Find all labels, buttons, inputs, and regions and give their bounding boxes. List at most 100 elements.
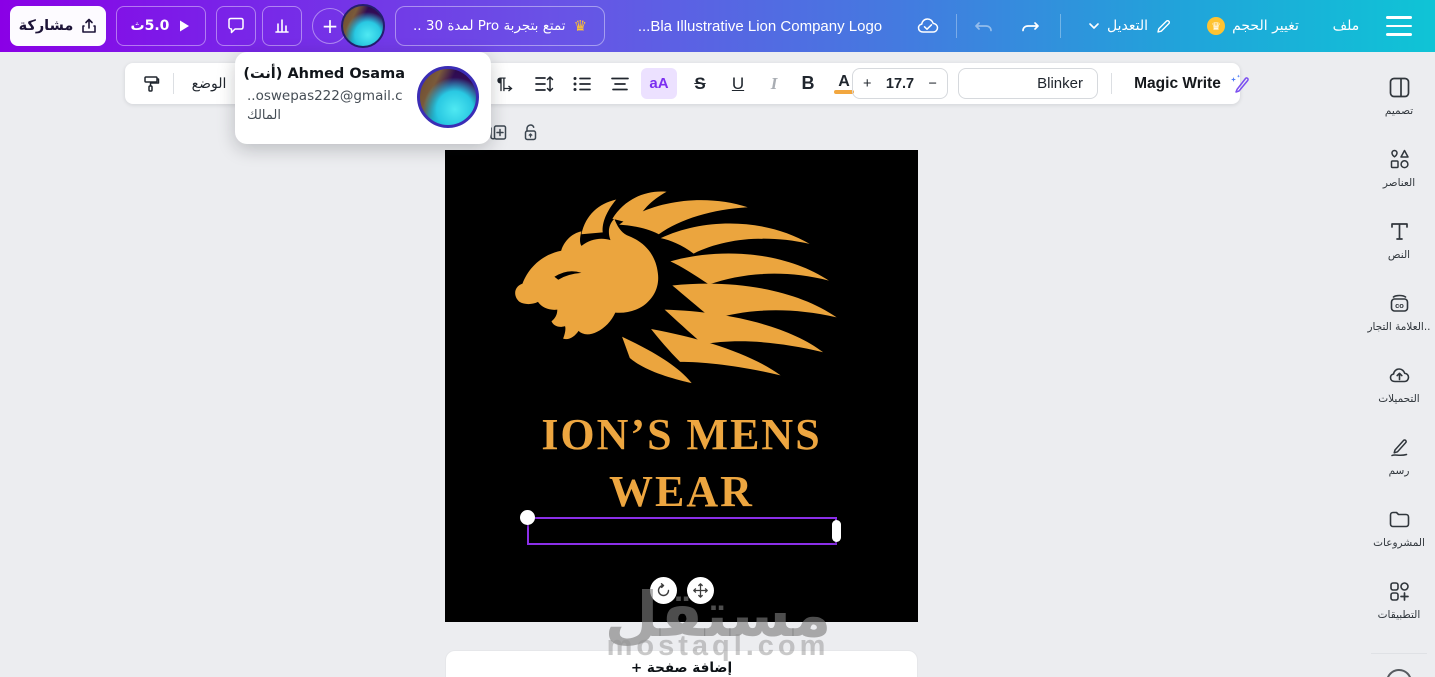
cloud-check-icon: [917, 18, 939, 33]
sidebar-item-apps[interactable]: التطبيقات: [1363, 579, 1435, 641]
redo-icon: [1022, 22, 1039, 32]
strikethrough-button[interactable]: S: [683, 68, 717, 99]
pro-trial-label: تمتع بتجربة Pro لمدة 30 ..: [413, 18, 566, 34]
sidebar-divider: [1371, 653, 1427, 654]
pencil-icon: [1157, 19, 1171, 33]
sidebar-label-elements: العناصر: [1382, 177, 1416, 189]
play-icon: [180, 20, 190, 32]
text-case-label: aA: [649, 75, 669, 92]
design-page[interactable]: ION’S MENS WEAR: [445, 150, 918, 622]
text-direction-button[interactable]: ¶: [488, 68, 522, 99]
crown-icon: ♛: [573, 17, 588, 35]
logo-line-2: WEAR: [609, 467, 754, 516]
edit-mode-label: التعديل: [1107, 18, 1148, 34]
redo-button[interactable]: [1012, 6, 1048, 46]
share-button[interactable]: مشاركة: [10, 6, 106, 46]
bar-chart-icon: [275, 19, 289, 33]
undo-button[interactable]: [966, 6, 1002, 46]
sidebar-label-design: تصميم: [1384, 105, 1414, 117]
text-icon: [1390, 223, 1408, 240]
sidebar-item-projects[interactable]: المشروعات: [1363, 507, 1435, 569]
resize-side-handle[interactable]: [832, 520, 841, 542]
more-apps-icon[interactable]: [1386, 669, 1412, 677]
text-color-swatch: [834, 89, 854, 94]
owner-role: المالك: [247, 108, 281, 123]
projects-icon: [1389, 511, 1409, 528]
move-handle[interactable]: [687, 577, 714, 604]
topbar-divider-2: [1060, 14, 1061, 38]
sidebar-label-brand: العلامة التجار..: [1367, 321, 1431, 333]
file-menu-button[interactable]: ملف: [1322, 6, 1370, 46]
rotate-handle[interactable]: [650, 577, 677, 604]
font-size-value[interactable]: 17.7: [886, 76, 914, 92]
chevron-down-icon: [1089, 23, 1099, 29]
font-size-stepper: + 17.7 −: [852, 68, 948, 99]
sidebar-label-text: النص: [1387, 249, 1411, 261]
draw-icon: [1390, 439, 1407, 457]
sidebar-item-brand[interactable]: co العلامة التجار..: [1363, 291, 1435, 353]
line-spacing-button[interactable]: [527, 68, 561, 99]
topbar-divider: [956, 14, 957, 38]
position-label: الوضع: [191, 75, 227, 91]
strikethrough-label: S: [694, 73, 706, 93]
add-page-button[interactable]: + إضافة صفحة: [445, 650, 918, 677]
canva-editor: مشاركة 5.0ث + ♛ تمتع بتجربة Pro لمدة 30 …: [0, 0, 1435, 677]
logo-wordmark[interactable]: ION’S MENS WEAR: [445, 406, 918, 520]
comment-bubble-icon: [228, 17, 244, 34]
underline-label: U: [731, 73, 745, 93]
owner-name: Ahmed Osama (أنت): [243, 66, 405, 82]
italic-label: I: [770, 73, 778, 93]
insights-button[interactable]: [262, 6, 302, 46]
duration-label: 5.0ث: [130, 18, 170, 34]
file-menu-label: ملف: [1332, 18, 1360, 34]
main-menu-button[interactable]: [1386, 16, 1412, 36]
lion-logo-image[interactable]: [493, 184, 871, 416]
owner-email: ..oswepas222@gmail.c: [247, 88, 403, 104]
share-icon: [82, 18, 97, 33]
sidebar-item-elements[interactable]: العناصر: [1363, 147, 1435, 209]
resize-button[interactable]: ♛ تغيير الحجم: [1194, 6, 1312, 46]
bold-button[interactable]: B: [791, 68, 825, 99]
paint-roller-icon: [144, 75, 160, 92]
sidebar-item-draw[interactable]: رسم: [1363, 435, 1435, 497]
owner-info: Ahmed Osama (أنت) ..oswepas222@gmail.c ا…: [243, 66, 405, 123]
text-align-button[interactable]: [603, 68, 637, 99]
text-case-button[interactable]: aA: [641, 68, 677, 99]
bold-label: B: [801, 73, 815, 93]
comments-button[interactable]: [216, 6, 256, 46]
brand-icon: co: [1390, 294, 1408, 312]
user-avatar[interactable]: [341, 4, 385, 48]
magic-write-button[interactable]: Magic Write: [1125, 68, 1260, 99]
copy-style-button[interactable]: [133, 68, 167, 99]
toolbar-divider: [173, 73, 174, 94]
sidebar-item-uploads[interactable]: التحميلات: [1363, 363, 1435, 425]
bullet-list-icon: [573, 76, 591, 91]
resize-label: تغيير الحجم: [1232, 18, 1299, 34]
design-icon: [1389, 77, 1409, 98]
document-title[interactable]: ...Bla Illustrative Lion Company Logo: [612, 0, 908, 52]
position-button[interactable]: الوضع: [181, 68, 237, 99]
sidebar-item-text[interactable]: النص: [1363, 219, 1435, 281]
present-duration-button[interactable]: 5.0ث: [116, 6, 206, 46]
italic-button[interactable]: I: [759, 68, 789, 99]
sidebar-item-design[interactable]: تصميم: [1363, 75, 1435, 137]
cloud-save-button[interactable]: [908, 6, 948, 46]
underline-button[interactable]: U: [721, 68, 755, 99]
selected-text-box[interactable]: [520, 510, 841, 545]
font-size-decrease-button[interactable]: −: [929, 76, 937, 92]
resize-corner-handle[interactable]: [520, 510, 535, 525]
font-family-value: Blinker: [1037, 75, 1083, 92]
pro-trial-button[interactable]: ♛ تمتع بتجربة Pro لمدة 30 ..: [395, 6, 605, 46]
svg-text:co: co: [1395, 301, 1404, 310]
bullet-list-button[interactable]: [565, 68, 599, 99]
edit-mode-dropdown[interactable]: التعديل: [1072, 6, 1188, 46]
lock-page-button[interactable]: [520, 122, 542, 144]
sidebar-label-apps: التطبيقات: [1377, 609, 1421, 621]
pro-crown-badge-icon: ♛: [1207, 17, 1226, 35]
font-family-dropdown[interactable]: Blinker: [958, 68, 1098, 99]
magic-write-label: Magic Write: [1134, 74, 1221, 92]
logo-line-1: ION’S MENS: [541, 410, 822, 459]
font-size-increase-button[interactable]: +: [863, 76, 871, 92]
unlock-icon: [524, 124, 537, 141]
move-icon: [693, 583, 708, 598]
